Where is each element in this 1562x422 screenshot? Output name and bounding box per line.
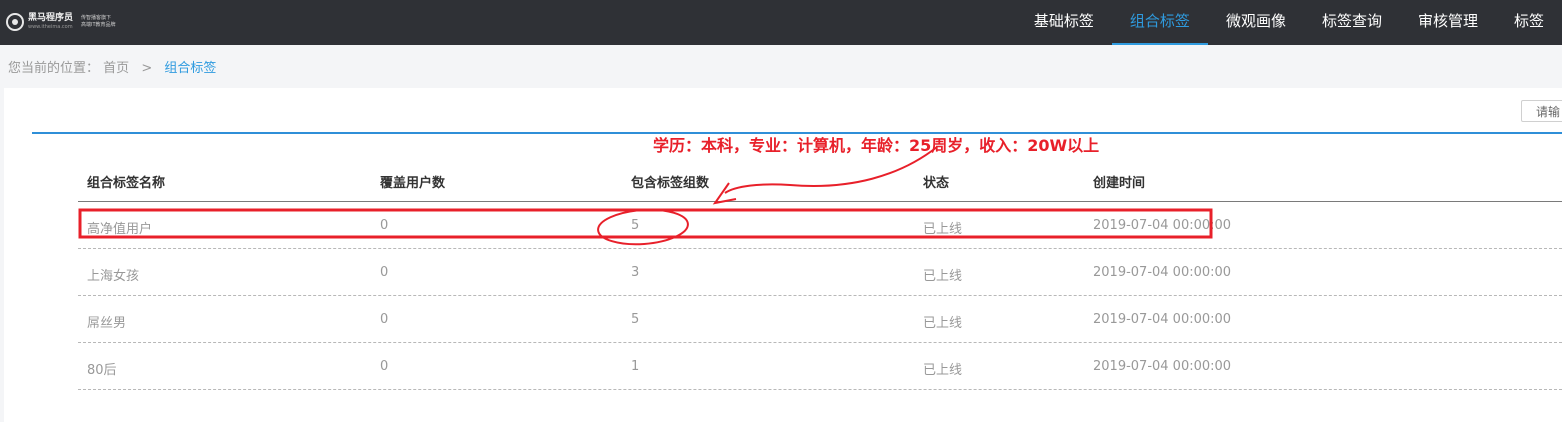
- logo-icon: [6, 13, 24, 31]
- logo-name: 黑马程序员: [28, 13, 74, 23]
- logo-url: www.itheima.com: [28, 24, 73, 30]
- cell-status: 已上线: [923, 269, 963, 284]
- nav-item-micro-portrait[interactable]: 微观画像: [1208, 0, 1304, 45]
- table-header: 组合标签名称 覆盖用户数 包含标签组数 状态 创建时间: [78, 160, 1562, 202]
- cell-created-time: 2019-07-04 00:00:00: [1093, 265, 1232, 280]
- cell-name: 80后: [87, 363, 117, 378]
- nav-item-truncated[interactable]: 标签: [1496, 0, 1562, 45]
- nav-item-audit-management[interactable]: 审核管理: [1400, 0, 1496, 45]
- cell-created-time: 2019-07-04 00:00:00: [1093, 359, 1232, 374]
- cell-tag-groups: 5: [631, 312, 640, 327]
- cell-users: 0: [380, 265, 389, 280]
- cell-users: 0: [380, 312, 389, 327]
- cell-tag-groups: 5: [631, 218, 640, 233]
- column-header-tag-groups[interactable]: 包含标签组数: [631, 172, 709, 191]
- cell-name: 屌丝男: [87, 316, 127, 331]
- breadcrumb-current: 组合标签: [164, 61, 217, 76]
- table-row[interactable]: 屌丝男 0 5 已上线 2019-07-04 00:00:00: [78, 296, 1562, 343]
- nav-item-tag-query[interactable]: 标签查询: [1304, 0, 1400, 45]
- table-row[interactable]: 高净值用户 0 5 已上线 2019-07-04 00:00:00: [78, 202, 1562, 249]
- breadcrumb-separator: >: [141, 61, 153, 76]
- cell-users: 0: [380, 359, 389, 374]
- logo[interactable]: 黑马程序员 www.itheima.com 传智播客旗下 高端IT教育品牌: [6, 11, 117, 33]
- cell-tag-groups: 3: [631, 265, 640, 280]
- cell-status: 已上线: [923, 316, 963, 331]
- column-header-status[interactable]: 状态: [923, 172, 949, 191]
- table-row[interactable]: 上海女孩 0 3 已上线 2019-07-04 00:00:00: [78, 249, 1562, 296]
- breadcrumb: 您当前的位置： 首页 > 组合标签: [8, 57, 216, 76]
- cell-created-time: 2019-07-04 00:00:00: [1093, 218, 1232, 233]
- column-header-users[interactable]: 覆盖用户数: [380, 172, 445, 191]
- table-row[interactable]: 80后 0 1 已上线 2019-07-04 00:00:00: [78, 343, 1562, 390]
- column-header-created-time[interactable]: 创建时间: [1093, 172, 1145, 191]
- cell-tag-groups: 1: [631, 359, 640, 374]
- cell-name: 上海女孩: [87, 269, 140, 284]
- annotation-text: 学历：本科，专业：计算机，年龄：25周岁，收入：20W以上: [653, 136, 1100, 155]
- combined-tags-table: 组合标签名称 覆盖用户数 包含标签组数 状态 创建时间 高净值用户 0 5 已上…: [78, 160, 1562, 390]
- cell-users: 0: [380, 218, 389, 233]
- main-nav: 基础标签 组合标签 微观画像 标签查询 审核管理 标签: [1016, 0, 1562, 45]
- breadcrumb-home[interactable]: 首页: [103, 61, 129, 76]
- breadcrumb-prefix: 您当前的位置：: [8, 61, 100, 76]
- cell-status: 已上线: [923, 222, 963, 237]
- search-input[interactable]: [1521, 100, 1562, 122]
- cell-name: 高净值用户: [87, 222, 153, 237]
- cell-status: 已上线: [923, 363, 963, 378]
- nav-item-basic-tags[interactable]: 基础标签: [1016, 0, 1112, 45]
- logo-slogan: 传智播客旗下 高端IT教育品牌: [81, 15, 116, 28]
- cell-created-time: 2019-07-04 00:00:00: [1093, 312, 1232, 327]
- top-navbar: 黑马程序员 www.itheima.com 传智播客旗下 高端IT教育品牌 基础…: [0, 0, 1562, 45]
- column-header-name[interactable]: 组合标签名称: [87, 172, 165, 191]
- nav-item-combined-tags[interactable]: 组合标签: [1111, 0, 1208, 45]
